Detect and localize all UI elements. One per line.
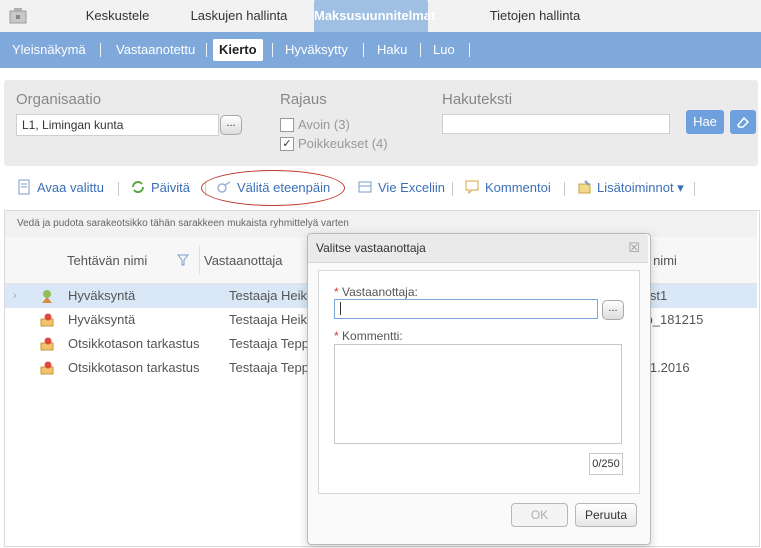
cell-recipient: Testaaja Teppo xyxy=(229,336,317,351)
toolbar-separator xyxy=(564,182,565,196)
nav-tab-laskujen-hallinta[interactable]: Laskujen hallinta xyxy=(177,0,301,32)
search-label: Hakuteksti xyxy=(442,91,513,108)
recipient-label: * Vastaanottaja: xyxy=(334,285,418,299)
open-selected-label: Avaa valittu xyxy=(37,180,104,195)
document-icon xyxy=(18,179,30,195)
subnav-separator xyxy=(206,43,207,57)
clear-button[interactable] xyxy=(730,110,756,134)
character-counter: 0/250 xyxy=(589,453,623,475)
comment-label: Kommentoi xyxy=(485,180,551,195)
cell-task-name: Otsikkotason tarkastus xyxy=(68,336,200,351)
eraser-icon xyxy=(737,116,750,128)
chevron-down-icon: ▾ xyxy=(677,180,684,195)
subnav-separator xyxy=(272,43,273,57)
task-warning-icon xyxy=(40,361,54,375)
organisation-field[interactable]: L1, Limingan kunta xyxy=(16,114,219,136)
ok-button[interactable]: OK xyxy=(511,503,568,527)
export-excel-button[interactable]: Vie Exceliin xyxy=(357,172,445,204)
recipient-input[interactable] xyxy=(334,299,598,319)
rajaus-label: Rajaus xyxy=(280,91,327,108)
export-excel-label: Vie Exceliin xyxy=(378,180,445,195)
subnav-vastaanotettu[interactable]: Vastaanotettu xyxy=(116,32,195,68)
filter-icon[interactable] xyxy=(177,254,189,266)
subnav-haku[interactable]: Haku xyxy=(377,32,407,68)
comment-button[interactable]: Kommentoi xyxy=(464,172,551,204)
required-mark: * xyxy=(334,329,339,343)
comment-textarea[interactable] xyxy=(334,344,622,444)
poikkeukset-checkbox[interactable]: ✓ xyxy=(280,137,294,151)
comment-label: * Kommentti: xyxy=(334,329,403,343)
refresh-button[interactable]: Päivitä xyxy=(130,172,190,204)
excel-icon xyxy=(358,181,372,193)
column-header-recipient[interactable]: Vastaanottaja xyxy=(204,253,283,268)
search-button[interactable]: Hae xyxy=(686,110,724,134)
more-actions-button[interactable]: Lisätoiminnot ▾ xyxy=(576,172,684,204)
subnav-hyvaksytty[interactable]: Hyväksytty xyxy=(285,32,348,68)
subnav-separator xyxy=(100,43,101,57)
column-divider xyxy=(199,245,200,275)
subnav-separator xyxy=(363,43,364,57)
cancel-button[interactable]: Peruuta xyxy=(575,503,637,527)
nav-tab-tietojen-hallinta[interactable]: Tietojen hallinta xyxy=(478,0,592,32)
more-actions-label: Lisätoiminnot xyxy=(597,180,674,195)
nav-tab-maksusuunnitelmat[interactable]: Maksusuunnitelmat xyxy=(314,0,435,32)
avoin-label: Avoin (3) xyxy=(298,117,350,132)
required-mark: * xyxy=(334,285,339,299)
refresh-label: Päivitä xyxy=(151,180,191,195)
organisation-lookup-button[interactable]: ... xyxy=(220,115,242,135)
task-warning-icon xyxy=(40,313,54,327)
cell-task-name: Hyväksyntä xyxy=(68,312,136,327)
task-warning-icon xyxy=(40,337,54,351)
refresh-icon xyxy=(132,181,144,193)
toolbar-separator xyxy=(452,182,453,196)
cell-task-name: Otsikkotason tarkastus xyxy=(68,360,200,375)
main-navigation: Keskustele Laskujen hallinta Maksusuunni… xyxy=(0,0,761,33)
search-input[interactable] xyxy=(442,114,670,134)
approval-icon xyxy=(42,290,52,303)
comment-label-text: Kommentti: xyxy=(342,329,403,343)
cell-recipient: Testaaja Teppo xyxy=(229,360,317,375)
cell-recipient: Testaaja Heikki xyxy=(229,288,317,303)
close-icon[interactable]: ☒ xyxy=(628,234,640,262)
text-caret xyxy=(340,302,341,315)
subnav-separator xyxy=(420,43,421,57)
recipient-label-text: Vastaanottaja: xyxy=(342,285,418,299)
subnav-yleisnakyma[interactable]: Yleisnäkymä xyxy=(12,32,86,68)
action-toolbar: Avaa valittu Päivitä Välitä eteenpäin Vi… xyxy=(4,172,758,204)
column-header-task-name[interactable]: Tehtävän nimi xyxy=(67,253,147,268)
subnav-separator xyxy=(469,43,470,57)
cell-recipient: Testaaja Heikki xyxy=(229,312,317,327)
avoin-checkbox[interactable] xyxy=(280,118,294,132)
more-icon xyxy=(578,180,591,194)
toolbar-separator xyxy=(694,182,695,196)
dialog-title: Valitse vastaanottaja xyxy=(316,241,426,255)
poikkeukset-label: Poikkeukset (4) xyxy=(298,136,388,151)
dialog-title-bar[interactable]: Valitse vastaanottaja ☒ xyxy=(308,234,648,263)
recipient-lookup-button[interactable]: ... xyxy=(602,300,624,320)
organisation-label: Organisaatio xyxy=(16,91,102,108)
highlight-annotation xyxy=(201,170,345,206)
cell-task-name: Hyväksyntä xyxy=(68,288,136,303)
toolbar-separator xyxy=(118,182,119,196)
sub-navigation: Yleisnäkymä Vastaanotettu Kierto Hyväksy… xyxy=(0,32,761,68)
row-expander[interactable]: › xyxy=(13,284,17,308)
subnav-luo[interactable]: Luo xyxy=(433,32,455,68)
subnav-kierto[interactable]: Kierto xyxy=(213,39,263,61)
open-selected-button[interactable]: Avaa valittu xyxy=(16,172,104,204)
comment-icon xyxy=(465,180,479,195)
home-icon[interactable] xyxy=(8,7,28,25)
nav-tab-keskustele[interactable]: Keskustele xyxy=(70,0,165,32)
